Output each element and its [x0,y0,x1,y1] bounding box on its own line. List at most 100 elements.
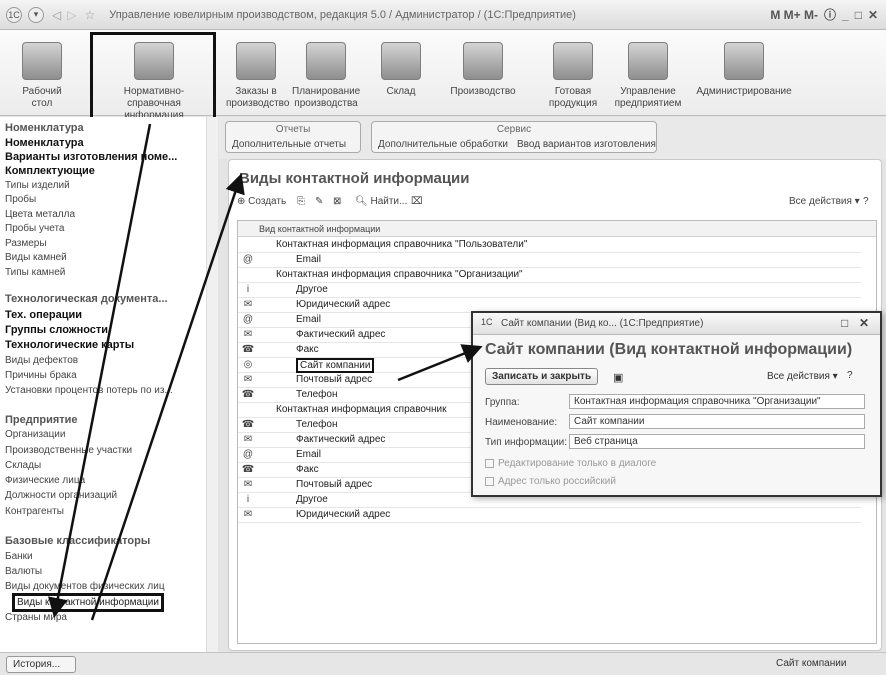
nav-item[interactable]: Виды камней [5,252,67,263]
table-row[interactable]: i Другое [238,283,861,298]
dialog-all-actions[interactable]: Все действия ▾ [767,371,838,382]
dialog-maximize-button[interactable]: □ [841,316,848,330]
nav-item[interactable]: Виды дефектов [5,355,78,366]
app-logo-icon[interactable]: 1С [6,6,22,23]
additional-reports-link[interactable]: Дополнительные отчеты [232,139,346,150]
nav-item[interactable]: Комплектующие [5,165,95,177]
row-text: Сайт компании [296,358,375,373]
email-icon: @ [242,254,254,265]
nav-item[interactable]: Склады [5,460,41,471]
spool-icon [463,42,503,80]
back-icon[interactable]: ◁ [52,8,61,22]
table-row[interactable]: ✉ Юридический адрес [238,508,861,523]
nav-item[interactable]: Варианты изготовления номе... [5,151,177,163]
forward-icon[interactable]: ▷ [67,8,76,22]
desk-lamp-icon [22,42,62,80]
row-text: Телефон [296,419,338,430]
nav-item[interactable]: Физические лица [5,475,85,486]
additional-processing-link[interactable]: Дополнительные обработки [378,139,508,150]
nav-scrollbar[interactable] [206,117,218,652]
save-icon[interactable]: ▣ [613,371,623,384]
all-actions-button[interactable]: Все действия ▾ [789,196,860,207]
column-header[interactable]: Вид контактной информации [238,221,876,237]
row-text: Фактический адрес [296,434,386,445]
nav-item[interactable]: Пробы учета [5,223,64,234]
russian-address-checkbox[interactable]: Адрес только российский [485,476,616,487]
email-icon: @ [242,449,254,460]
section-products[interactable]: Готовая продукция [544,42,602,110]
command-panel: Отчеты Дополнительные отчеты Сервис Допо… [219,117,886,159]
nav-item[interactable]: Виды документов физических лиц [5,581,165,592]
table-row[interactable]: Контактная информация справочника "Орган… [238,268,861,283]
find-button[interactable]: 🔍︎ Найти... [355,196,407,207]
group-field[interactable]: Контактная информация справочника "Орган… [569,394,865,409]
edit-icon[interactable]: ✎ [315,196,323,207]
nav-item[interactable]: Банки [5,551,33,562]
save-close-button[interactable]: Записать и закрыть [485,368,599,385]
nav-item[interactable]: Должности организаций [5,490,117,501]
help-icon[interactable]: ? [847,370,853,381]
history-button[interactable]: История... [6,656,76,673]
row-text: Email [296,254,322,265]
section-planning[interactable]: Планирование производства [292,42,360,110]
nav-item[interactable]: Группы сложности [5,324,108,336]
memory-buttons[interactable]: M M+ M- [770,8,818,22]
address-icon: ✉ [243,479,253,490]
address-icon: ✉ [243,509,253,520]
table-row[interactable]: @ Email [238,253,861,268]
create-button[interactable]: ⊕ Создать [237,196,286,207]
section-orders[interactable]: Заказы в производство [226,42,289,110]
variants-input-link[interactable]: Ввод вариантов изготовления [517,139,656,150]
nav-item[interactable]: Размеры [5,238,47,249]
section-management[interactable]: Управление предприятием [608,42,688,110]
help-icon[interactable]: ? [863,196,869,207]
create-label: Создать [248,196,287,207]
nav-item[interactable]: Тех. операции [5,309,82,321]
nav-item[interactable]: Организации [5,429,65,440]
delete-icon[interactable]: ⊠ [333,196,341,207]
section-production[interactable]: Производство [438,42,528,98]
section-desktop[interactable]: Рабочий стол [12,42,72,110]
nav-item[interactable]: Пробы [5,194,36,205]
nav-item[interactable]: Технологические карты [5,339,134,351]
dialog-heading: Сайт компании (Вид контактной информации… [485,341,853,358]
nav-item[interactable]: Цвета металла [5,209,75,220]
star-icon[interactable]: ☆ [84,8,95,22]
nav-item[interactable]: Страны мира [5,612,67,623]
edit-in-dialog-checkbox[interactable]: Редактирование только в диалоге [485,458,656,469]
nav-item[interactable]: Причины брака [5,370,77,381]
maximize-button[interactable]: □ [855,8,862,22]
minimize-button[interactable]: _ [842,8,849,22]
section-stock[interactable]: Склад [376,42,426,98]
clear-filter-icon[interactable]: ⌧ [411,196,423,207]
info-icon[interactable]: ⓘ [824,6,836,23]
nav-item[interactable]: Валюты [5,566,42,577]
name-field[interactable]: Сайт компании [569,414,865,429]
other-icon: i [246,284,250,295]
section-admin[interactable]: Администрирование [694,42,794,98]
nav-item[interactable]: Типы камней [5,267,65,278]
nav-item[interactable]: Номенклатура [5,137,84,149]
nav-group: Номенклатура [5,122,84,134]
menu-icon[interactable]: ▾ [28,6,44,23]
nav-item-contact-info-kinds[interactable]: Виды контактной информации [12,593,164,612]
copy-icon[interactable]: ⎘ [297,196,305,207]
checkbox-label: Редактирование только в диалоге [498,458,657,469]
row-text: Юридический адрес [296,509,391,520]
nav-item[interactable]: Установки процентов потерь по из... [5,385,173,396]
nav-item[interactable]: Типы изделий [5,180,70,191]
dialog-close-button[interactable]: ✕ [859,316,869,330]
type-field[interactable]: Веб страница [569,434,865,449]
table-row[interactable]: Контактная информация справочника "Польз… [238,238,861,253]
close-button[interactable]: ✕ [868,8,878,22]
nav-item[interactable]: Производственные участки [5,445,132,456]
email-icon: @ [242,314,254,325]
type-label: Тип информации: [485,437,568,448]
chart-icon [628,42,668,80]
dialog-title: Сайт компании (Вид ко... (1С:Предприятие… [501,318,704,329]
checkbox-box [485,458,494,468]
ring-icon [553,42,593,80]
nav-item[interactable]: Контрагенты [5,506,64,517]
page-title: Виды контактной информации [239,170,470,187]
row-text: Контактная информация справочник [276,404,447,415]
